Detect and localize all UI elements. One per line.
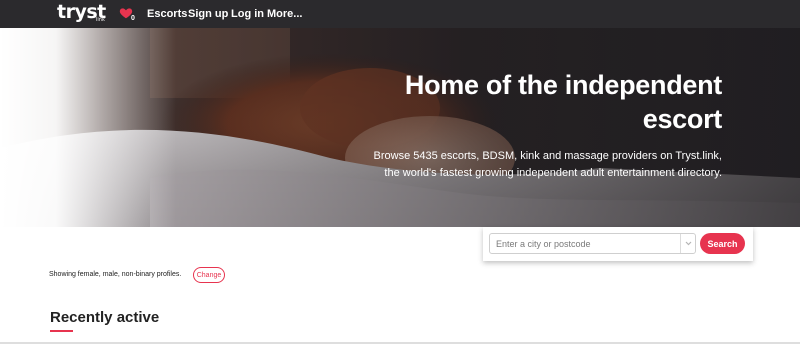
change-filter-button[interactable]: Change — [193, 267, 225, 283]
top-navbar: tryst link 0 Escorts Sign up Log in More… — [0, 0, 800, 28]
search-dropdown-toggle[interactable] — [680, 234, 695, 253]
recently-active-heading: Recently active — [50, 309, 160, 326]
city-search-input[interactable] — [489, 233, 696, 254]
search-button[interactable]: Search — [700, 233, 745, 254]
nav-link-sign-up[interactable]: Sign up — [188, 8, 228, 21]
logo-sub: link — [96, 17, 105, 23]
profile-filter-text: Showing female, male, non-binary profile… — [49, 271, 182, 278]
hero-banner: Home of the independent escort Browse 54… — [0, 28, 800, 227]
hero-title: Home of the independent escort — [404, 70, 722, 134]
favourites-count: 0 — [131, 15, 135, 22]
nav-link-escorts[interactable]: Escorts — [147, 8, 187, 21]
nav-link-log-in[interactable]: Log in — [231, 8, 264, 21]
chevron-down-icon — [685, 241, 692, 246]
hero-subtitle: Browse 5435 escorts, BDSM, kink and mass… — [373, 150, 722, 179]
heading-underline — [50, 330, 73, 332]
nav-link-more[interactable]: More... — [267, 8, 302, 21]
logo[interactable]: tryst — [57, 0, 106, 28]
